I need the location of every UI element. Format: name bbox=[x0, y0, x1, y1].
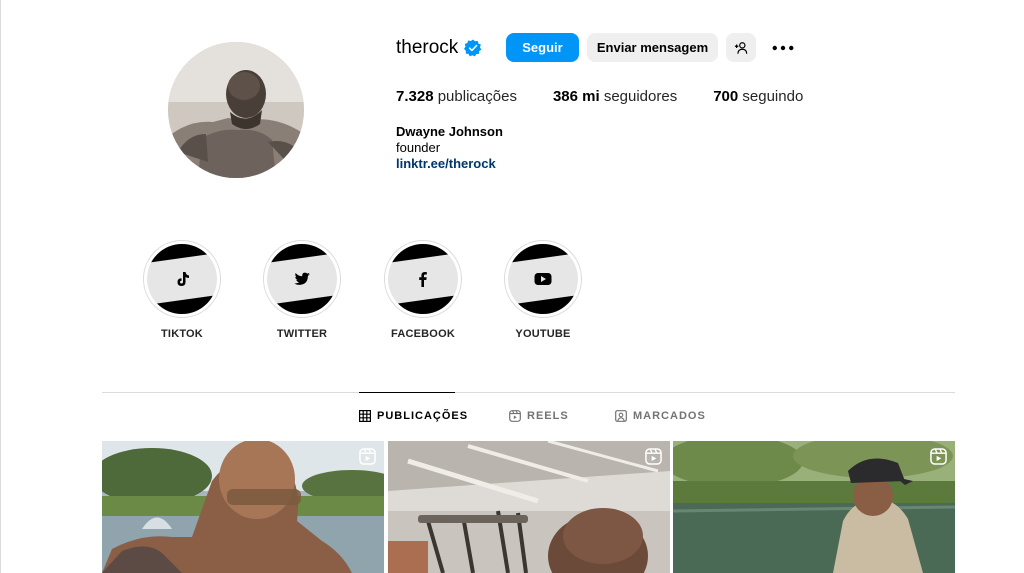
stat-following-value: 700 bbox=[713, 88, 739, 105]
username-row: therock bbox=[396, 33, 482, 63]
reel-badge-icon bbox=[930, 448, 947, 465]
highlight-cover bbox=[508, 244, 578, 314]
page-left-border bbox=[0, 0, 1, 573]
highlight-label: TWITTER bbox=[276, 328, 328, 340]
stat-posts: 7.328 publicações bbox=[396, 88, 517, 105]
profile-avatar[interactable] bbox=[168, 42, 304, 178]
reel-badge-icon bbox=[359, 448, 376, 465]
highlight-cover bbox=[388, 244, 458, 314]
post-thumbnail-1[interactable] bbox=[102, 441, 384, 573]
highlight-ring bbox=[384, 240, 462, 318]
profile-username: therock bbox=[396, 37, 459, 58]
tab-reels[interactable]: REELS bbox=[509, 410, 569, 422]
highlight-cover bbox=[267, 244, 337, 314]
highlight-twitter[interactable]: TWITTER bbox=[263, 240, 341, 340]
tab-tagged-label: MARCADOS bbox=[633, 410, 706, 422]
profile-bio-text: founder bbox=[396, 140, 441, 155]
follow-button[interactable]: Seguir bbox=[506, 33, 579, 62]
stat-posts-label: publicações bbox=[437, 88, 517, 105]
reel-badge-icon bbox=[645, 448, 662, 465]
highlight-ring bbox=[263, 240, 341, 318]
highlight-band-bottom bbox=[147, 295, 217, 314]
post-image bbox=[673, 441, 955, 573]
stat-followers-label: seguidores bbox=[603, 88, 678, 105]
post-thumbnail-2[interactable] bbox=[388, 441, 670, 573]
reels-icon bbox=[509, 410, 521, 422]
stat-following[interactable]: 700 seguindo bbox=[713, 88, 803, 105]
stat-followers-value: 386 mi bbox=[552, 88, 600, 105]
grid-icon bbox=[359, 410, 371, 422]
facebook-icon bbox=[419, 272, 427, 287]
suggested-accounts-button[interactable] bbox=[726, 33, 756, 62]
tab-posts-label: PUBLICAÇÕES bbox=[377, 410, 469, 422]
highlight-band-top bbox=[508, 244, 578, 263]
tagged-icon bbox=[615, 410, 627, 422]
profile-full-name: Dwayne Johnson bbox=[396, 124, 503, 139]
twitter-icon bbox=[294, 272, 310, 285]
highlight-label: TIKTOK bbox=[161, 328, 203, 340]
highlight-label: YOUTUBE bbox=[515, 328, 571, 340]
tab-posts[interactable]: PUBLICAÇÕES bbox=[359, 410, 468, 422]
highlight-band-top bbox=[388, 244, 458, 263]
more-options-button[interactable] bbox=[770, 38, 796, 58]
tab-tagged[interactable]: MARCADOS bbox=[615, 410, 706, 422]
highlight-facebook[interactable]: FACEBOOK bbox=[384, 240, 462, 340]
tab-reels-label: REELS bbox=[527, 410, 569, 422]
highlight-youtube[interactable]: YOUTUBE bbox=[504, 240, 582, 340]
highlight-band-top bbox=[267, 244, 337, 263]
highlight-band-bottom bbox=[388, 295, 458, 314]
send-message-button[interactable]: Enviar mensagem bbox=[587, 33, 718, 62]
more-horizontal-icon bbox=[772, 45, 794, 51]
post-image bbox=[388, 441, 670, 573]
active-tab-indicator bbox=[359, 392, 455, 393]
tabs-divider bbox=[102, 392, 955, 393]
stat-following-label: seguindo bbox=[742, 88, 804, 105]
add-user-icon bbox=[734, 41, 748, 54]
profile-bio: Dwayne Johnson founder linktr.ee/therock bbox=[396, 124, 503, 172]
profile-stats: 7.328 publicações 386 mi seguidores 700 … bbox=[396, 88, 839, 105]
highlight-ring bbox=[143, 240, 221, 318]
highlight-band-top bbox=[147, 244, 217, 263]
youtube-icon bbox=[534, 273, 552, 285]
highlight-tiktok[interactable]: TIKTOK bbox=[143, 240, 221, 340]
highlight-band-bottom bbox=[267, 295, 337, 314]
highlight-band-bottom bbox=[508, 295, 578, 314]
profile-external-link[interactable]: linktr.ee/therock bbox=[396, 156, 503, 172]
highlight-ring bbox=[504, 240, 582, 318]
post-image bbox=[102, 441, 384, 573]
highlight-cover bbox=[147, 244, 217, 314]
verified-badge-icon bbox=[464, 39, 482, 57]
tiktok-icon bbox=[177, 272, 189, 286]
avatar-photo bbox=[168, 42, 304, 178]
stat-followers[interactable]: 386 mi seguidores bbox=[553, 88, 677, 105]
post-thumbnail-3[interactable] bbox=[673, 441, 955, 573]
stat-posts-value: 7.328 bbox=[396, 88, 434, 105]
highlight-label: FACEBOOK bbox=[391, 328, 455, 340]
